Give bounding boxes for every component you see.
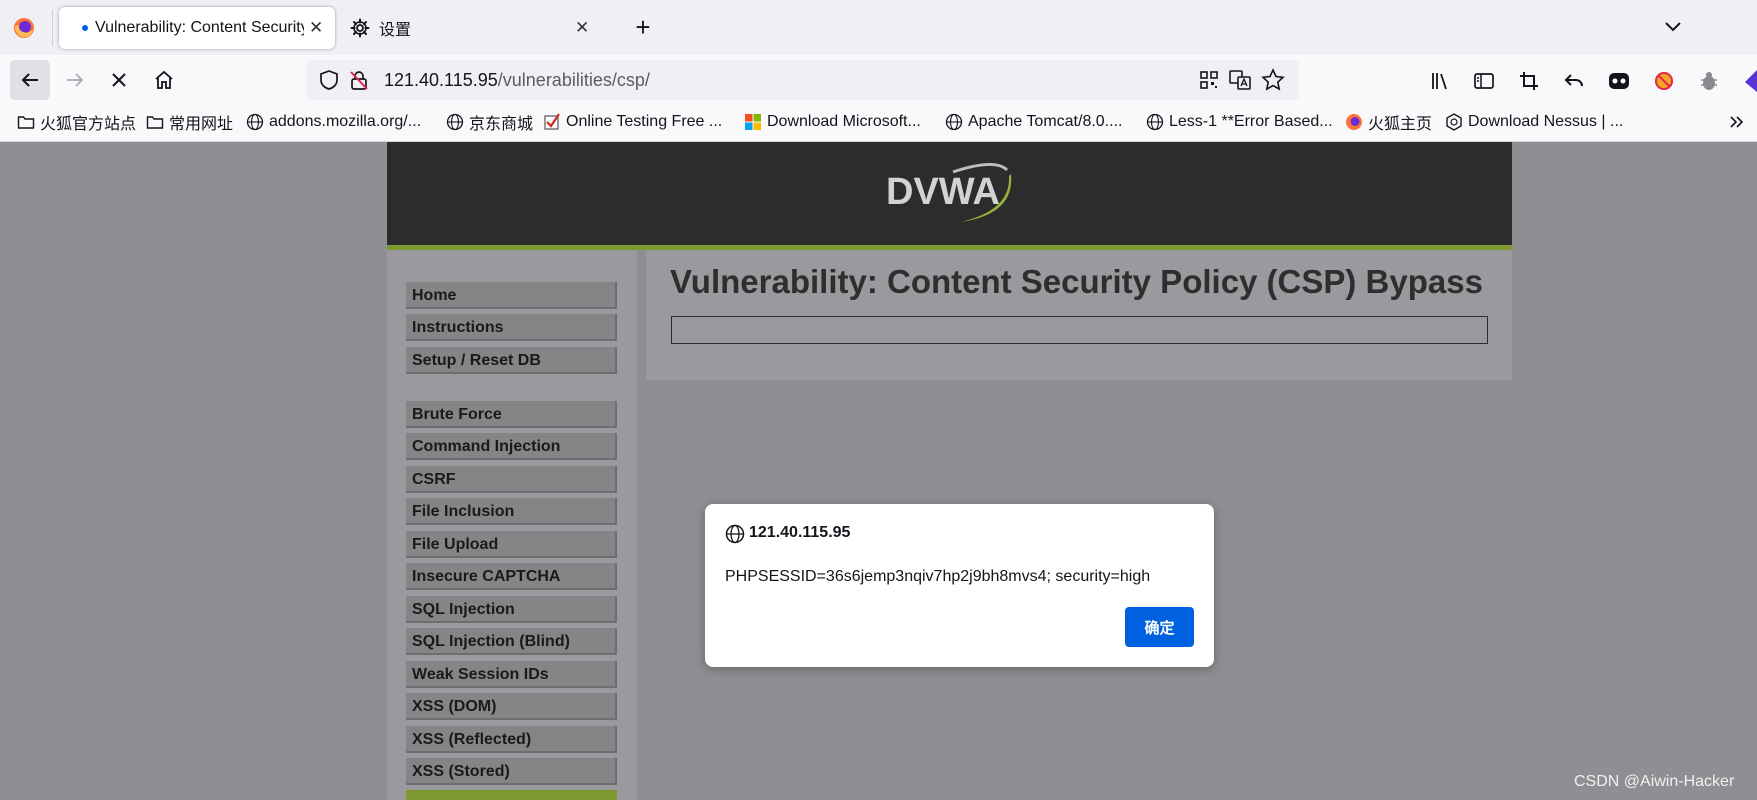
undo-arrow-icon[interactable] bbox=[1563, 70, 1585, 97]
globe-icon bbox=[246, 113, 264, 131]
globe-icon bbox=[945, 113, 963, 131]
url-host: 121.40.115.95 bbox=[384, 70, 498, 90]
url-path: /vulnerabilities/csp/ bbox=[497, 70, 650, 90]
menu-item-file-inclusion[interactable]: File Inclusion bbox=[406, 498, 617, 525]
forward-button[interactable] bbox=[55, 60, 95, 100]
url-text[interactable]: 121.40.115.95/vulnerabilities/csp/ bbox=[384, 60, 650, 100]
qr-code-icon[interactable] bbox=[1198, 69, 1220, 96]
menu-item-sql-injection-blind[interactable]: SQL Injection (Blind) bbox=[406, 628, 617, 655]
folder-icon bbox=[146, 116, 164, 129]
bookmark-item[interactable]: Download Nessus | ... bbox=[1445, 108, 1623, 136]
stop-loading-button[interactable] bbox=[99, 60, 139, 100]
close-tab-icon[interactable]: ✕ bbox=[309, 18, 323, 38]
globe-icon bbox=[446, 113, 464, 131]
bookmark-label: 火狐主页 bbox=[1368, 116, 1433, 133]
bookmark-label: addons.mozilla.org/... bbox=[269, 113, 422, 130]
menu-item-xss-reflected[interactable]: XSS (Reflected) bbox=[406, 726, 617, 753]
navigation-toolbar: 121.40.115.95/vulnerabilities/csp/ bbox=[0, 55, 1757, 108]
bookmark-label: Online Testing Free ... bbox=[566, 113, 723, 130]
bookmark-label: Less-1 **Error Based... bbox=[1169, 113, 1333, 130]
extension-mask-icon[interactable] bbox=[1608, 70, 1630, 97]
extension-blocked-icon[interactable] bbox=[1653, 70, 1675, 97]
back-button[interactable] bbox=[10, 60, 50, 100]
watermark: CSDN @Aiwin-Hacker bbox=[1574, 773, 1735, 790]
home-button[interactable] bbox=[144, 60, 184, 100]
gear-icon bbox=[350, 18, 370, 38]
bookmark-item[interactable]: 火狐官方站点 bbox=[17, 108, 136, 136]
bookmark-label: Apache Tomcat/8.0.... bbox=[968, 113, 1123, 130]
firefox-menu-icon[interactable] bbox=[12, 16, 36, 40]
library-icon[interactable] bbox=[1429, 70, 1451, 97]
bookmark-label: 火狐官方站点 bbox=[40, 116, 137, 133]
bookmark-item[interactable]: 火狐主页 bbox=[1345, 108, 1432, 136]
dvwa-logo-text: DVWA bbox=[886, 171, 1000, 213]
translate-icon[interactable] bbox=[1228, 69, 1252, 96]
tab-title: 设置 bbox=[379, 22, 412, 39]
bookmark-item[interactable]: Less-1 **Error Based... bbox=[1146, 108, 1333, 136]
menu-item-sql-injection[interactable]: SQL Injection bbox=[406, 596, 617, 623]
dialog-message: PHPSESSID=36s6jemp3nqiv7hp2j9bh8mvs4; se… bbox=[725, 568, 1151, 585]
menu-item-home[interactable]: Home bbox=[406, 282, 617, 309]
bookmark-item[interactable]: 常用网址 bbox=[146, 108, 233, 136]
tab-loading-dot-icon bbox=[82, 25, 88, 31]
menu-item-xss-stored[interactable]: XSS (Stored) bbox=[406, 758, 617, 785]
globe-icon bbox=[1146, 113, 1164, 131]
list-tabs-chevron-down-icon[interactable] bbox=[1662, 15, 1684, 42]
bookmark-star-icon[interactable] bbox=[1261, 68, 1285, 97]
firefox-icon bbox=[1346, 114, 1362, 130]
close-tab-icon[interactable]: ✕ bbox=[575, 18, 589, 38]
sidebar-toggle-icon[interactable] bbox=[1473, 70, 1495, 97]
bookmark-label: 常用网址 bbox=[169, 116, 234, 133]
address-bar[interactable]: 121.40.115.95/vulnerabilities/csp/ bbox=[306, 60, 1299, 100]
menu-item-csp-selected[interactable] bbox=[406, 790, 617, 800]
menu-item-file-upload[interactable]: File Upload bbox=[406, 531, 617, 558]
bookmark-item[interactable]: Online Testing Free ... bbox=[543, 108, 722, 136]
tab-strip: Vulnerability: Content Security Policy (… bbox=[0, 0, 1757, 55]
tracking-shield-icon[interactable] bbox=[318, 69, 340, 96]
tab-title: Vulnerability: Content Security Policy (… bbox=[95, 19, 304, 36]
dialog-origin: 121.40.115.95 bbox=[749, 524, 851, 541]
menu-item-weak-session-ids[interactable]: Weak Session IDs bbox=[406, 661, 617, 688]
bookmarks-toolbar: 火狐官方站点 常用网址 addons.mozilla.org/... 京东商城 … bbox=[0, 108, 1757, 142]
bookmark-label: Download Nessus | ... bbox=[1468, 113, 1624, 130]
microsoft-icon bbox=[745, 114, 761, 130]
dvwa-header: DVWA bbox=[387, 142, 1512, 250]
menu-item-command-injection[interactable]: Command Injection bbox=[406, 433, 617, 460]
folder-icon bbox=[17, 116, 35, 129]
bookmark-item[interactable]: Apache Tomcat/8.0.... bbox=[945, 108, 1122, 136]
menu-item-setup[interactable]: Setup / Reset DB bbox=[406, 347, 617, 374]
screenshot-crop-icon[interactable] bbox=[1518, 70, 1540, 97]
menu-item-xss-dom[interactable]: XSS (DOM) bbox=[406, 693, 617, 720]
tab-settings[interactable]: 设置 ✕ bbox=[341, 7, 611, 49]
page-title: Vulnerability: Content Security Policy (… bbox=[670, 263, 1483, 300]
alert-dialog: 121.40.115.95 PHPSESSID=36s6jemp3nqiv7hp… bbox=[705, 504, 1214, 667]
bookmark-label: 京东商城 bbox=[469, 116, 534, 133]
menu-item-instructions[interactable]: Instructions bbox=[406, 314, 617, 341]
insecure-lock-icon[interactable] bbox=[348, 69, 370, 96]
menu-item-csrf[interactable]: CSRF bbox=[406, 466, 617, 493]
more-bookmarks-chevron-icon[interactable] bbox=[1727, 112, 1747, 137]
bookmark-item[interactable]: addons.mozilla.org/... bbox=[246, 108, 421, 136]
tab-csp[interactable]: Vulnerability: Content Security Policy (… bbox=[59, 7, 335, 49]
bookmark-item[interactable]: Download Microsoft... bbox=[744, 108, 921, 136]
globe-icon bbox=[725, 524, 745, 549]
bookmark-item[interactable]: 京东商城 bbox=[446, 108, 533, 136]
new-tab-button[interactable]: + bbox=[630, 12, 656, 42]
menu-item-insecure-captcha[interactable]: Insecure CAPTCHA bbox=[406, 563, 617, 590]
dvwa-logo: DVWA bbox=[883, 152, 1023, 232]
tab-divider bbox=[52, 10, 53, 46]
menu-item-brute-force[interactable]: Brute Force bbox=[406, 401, 617, 428]
checkmark-icon bbox=[544, 113, 560, 130]
nessus-icon bbox=[1446, 113, 1462, 131]
ok-button[interactable]: 确定 bbox=[1125, 607, 1194, 647]
bookmark-label: Download Microsoft... bbox=[767, 113, 921, 130]
vulnerable-code-area bbox=[671, 316, 1488, 344]
extension-bug-icon[interactable] bbox=[1698, 70, 1720, 97]
extension-purple-icon[interactable] bbox=[1743, 68, 1757, 99]
